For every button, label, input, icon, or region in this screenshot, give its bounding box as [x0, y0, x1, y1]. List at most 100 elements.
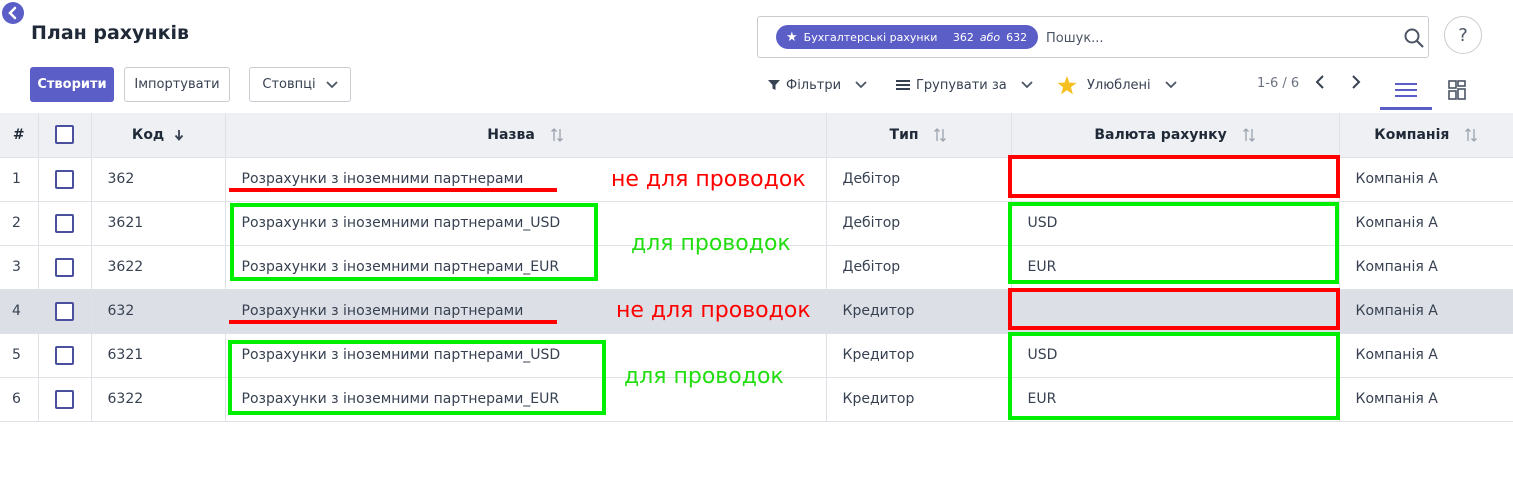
star-icon [1057, 75, 1077, 94]
row-select[interactable] [38, 333, 92, 378]
row-number: 4 [0, 289, 39, 334]
green-highlight-box [1008, 202, 1339, 284]
header-company[interactable]: Компанія [1339, 113, 1513, 158]
pager-value[interactable]: 1-6 / 6 [1257, 76, 1299, 91]
checkbox[interactable] [55, 125, 74, 145]
red-highlight-box [1008, 288, 1340, 330]
facet-label: Бухгалтерські рахунки [803, 30, 938, 44]
cell-company[interactable]: Компанія А [1339, 333, 1513, 378]
row-select[interactable] [38, 289, 92, 334]
cell-type[interactable]: Кредитор [826, 333, 1012, 378]
green-highlight-box [228, 340, 606, 415]
favorites-label: Улюблені [1087, 77, 1151, 93]
page-title: План рахунків [31, 22, 190, 44]
table-header: # Код Назва Тип Валюта рахунку Компанія [0, 113, 1513, 158]
header-type-label: Тип [889, 126, 919, 143]
row-select[interactable] [38, 377, 92, 422]
cell-company[interactable]: Компанія А [1339, 289, 1513, 334]
header-currency[interactable]: Валюта рахунку [1011, 113, 1340, 158]
help-button[interactable]: ? [1444, 16, 1482, 54]
groupby-dropdown[interactable]: Групувати за [896, 75, 1033, 95]
cell-type[interactable]: Дебітор [826, 157, 1012, 202]
columns-label: Стовпці [262, 77, 316, 92]
green-highlight-box [230, 203, 598, 281]
arrow-down-icon [174, 129, 184, 141]
cell-code[interactable]: 6321 [91, 333, 226, 378]
red-underline [229, 320, 557, 324]
checkbox[interactable] [55, 257, 74, 277]
checkbox[interactable] [55, 345, 74, 365]
search-facet[interactable]: ★ Бухгалтерські рахунки 362 або 632 ✕ [776, 25, 1048, 49]
cell-code[interactable]: 3621 [91, 201, 226, 246]
chevron-down-icon [325, 80, 338, 88]
sort-icon [1465, 127, 1478, 142]
checkbox[interactable] [55, 169, 74, 189]
cell-type[interactable]: Дебітор [826, 201, 1012, 246]
columns-button[interactable]: Стовпці [249, 67, 351, 102]
sort-icon [1242, 127, 1255, 142]
header-company-label: Компанія [1374, 126, 1450, 143]
filters-dropdown[interactable]: Фільтри [768, 75, 867, 95]
chevron-right-icon[interactable] [1349, 74, 1363, 90]
cell-code[interactable]: 6322 [91, 377, 226, 422]
kanban-view-icon[interactable] [1448, 80, 1466, 100]
list-view-button[interactable] [1380, 70, 1432, 110]
cell-company[interactable]: Компанія А [1339, 377, 1513, 422]
header-code-label: Код [131, 126, 165, 143]
checkbox[interactable] [55, 301, 74, 321]
chevron-down-icon [1021, 81, 1033, 89]
search-box[interactable]: ★ Бухгалтерські рахунки 362 або 632 ✕ [757, 16, 1429, 58]
filters-label: Фільтри [786, 77, 842, 93]
create-button[interactable]: Створити [30, 67, 114, 102]
checkbox[interactable] [55, 213, 74, 233]
cell-code[interactable]: 3622 [91, 245, 226, 290]
facet-value-b: 632 [1006, 30, 1028, 44]
favorites-dropdown[interactable]: Улюблені [1057, 75, 1177, 95]
cell-type[interactable]: Дебітор [826, 245, 1012, 290]
green-highlight-box [1008, 332, 1340, 420]
cell-type[interactable]: Кредитор [826, 377, 1012, 422]
row-number: 3 [0, 245, 39, 290]
filter-icon [768, 80, 780, 90]
chevron-down-icon [855, 81, 867, 89]
row-select[interactable] [38, 201, 92, 246]
chevron-left-icon [8, 6, 17, 20]
row-number: 6 [0, 377, 39, 422]
row-number: 5 [0, 333, 39, 378]
search-icon[interactable] [1403, 27, 1425, 49]
row-number: 2 [0, 201, 39, 246]
import-button[interactable]: Імпортувати [124, 67, 230, 102]
cell-code[interactable]: 632 [91, 289, 226, 334]
header-name[interactable]: Назва [225, 113, 827, 158]
search-input[interactable] [1046, 27, 1386, 49]
row-select[interactable] [38, 157, 92, 202]
cell-code[interactable]: 362 [91, 157, 226, 202]
annotation-not-for-postings: не для проводок [611, 167, 806, 192]
cell-company[interactable]: Компанія А [1339, 245, 1513, 290]
header-currency-label: Валюта рахунку [1094, 126, 1227, 143]
cell-company[interactable]: Компанія А [1339, 157, 1513, 202]
header-type[interactable]: Тип [826, 113, 1012, 158]
sort-icon [934, 127, 947, 142]
red-underline [229, 188, 557, 192]
cell-type[interactable]: Кредитор [826, 289, 1012, 334]
cell-company[interactable]: Компанія А [1339, 201, 1513, 246]
header-select-all[interactable] [38, 113, 92, 158]
facet-value-a: 362 [952, 30, 974, 44]
header-name-label: Назва [487, 126, 535, 143]
header-code[interactable]: Код [91, 113, 226, 158]
list-view-icon [1395, 83, 1417, 97]
annotation-for-postings: для проводок [624, 364, 784, 389]
row-number: 1 [0, 157, 39, 202]
chevron-down-icon [1164, 81, 1177, 89]
star-icon: ★ [786, 29, 798, 45]
row-select[interactable] [38, 245, 92, 290]
annotation-not-for-postings: не для проводок [616, 298, 811, 323]
groupby-label: Групувати за [916, 77, 1007, 93]
chevron-left-icon[interactable] [1313, 74, 1327, 90]
checkbox[interactable] [55, 389, 74, 409]
header-num: # [0, 113, 39, 158]
annotation-for-postings: для проводок [631, 231, 791, 256]
back-button[interactable] [2, 2, 24, 24]
facet-or: або [979, 30, 1001, 44]
